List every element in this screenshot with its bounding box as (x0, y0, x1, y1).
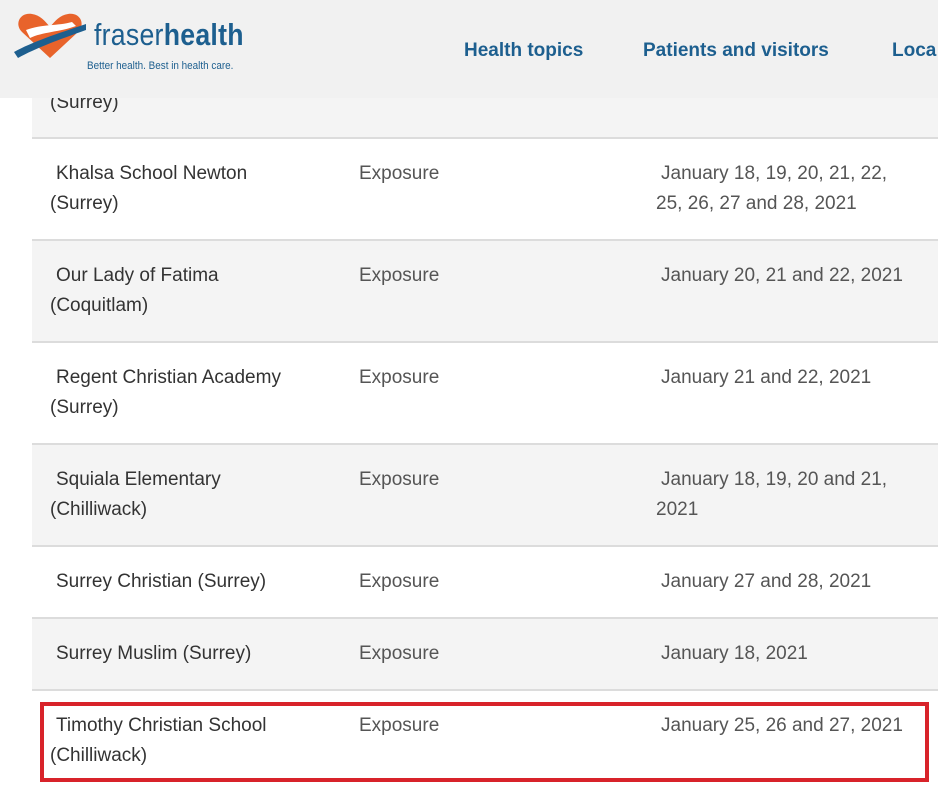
table-row: Khalsa School Newton (Surrey) Exposure J… (32, 139, 938, 241)
school-name-cell: Squiala Elementary (Chilliwack) (50, 469, 221, 520)
exposure-type-cell: Exposure (359, 715, 440, 736)
exposure-type-cell: Exposure (359, 469, 440, 490)
table-row: Our Lady of Fatima (Coquitlam) Exposure … (32, 241, 938, 343)
school-name-cell: Our Lady of Fatima (Coquitlam) (50, 265, 219, 316)
exposure-dates-cell: January 18, 2021 (661, 643, 808, 664)
exposure-type-cell: Exposure (359, 163, 440, 184)
table-row: Squiala Elementary (Chilliwack) Exposure… (32, 445, 938, 547)
school-name-cell: Regent Christian Academy (Surrey) (50, 367, 281, 418)
exposure-dates-cell: January 25, 26 and 27, 2021 (661, 715, 903, 736)
school-name-cell: Surrey Muslim (Surrey) (56, 643, 252, 664)
exposure-dates-cell: January 18, 19, 20 and 21, 2021 (656, 469, 888, 520)
school-name-cell: Surrey Christian (Surrey) (56, 571, 267, 592)
table-row: Surrey Muslim (Surrey) Exposure January … (32, 619, 938, 691)
exposure-dates-cell: January 20, 21 and 22, 2021 (661, 265, 903, 286)
exposure-dates-cell: January 18, 19, 20, 21, 22, 25, 26, 27 a… (656, 163, 888, 214)
exposure-dates-cell: January 21 and 22, 2021 (661, 367, 872, 388)
exposure-type-cell: Exposure (359, 643, 440, 664)
nav-locations[interactable]: Loca (892, 40, 936, 62)
exposure-type-cell: Exposure (359, 265, 440, 286)
exposure-dates-cell: January 27 and 28, 2021 (661, 571, 872, 592)
school-name-cell: Timothy Christian School (Chilliwack) (50, 715, 267, 766)
school-name-cell: Khalsa School Newton (Surrey) (50, 163, 248, 214)
exposure-type-cell: Exposure (359, 367, 440, 388)
site-header: fraserhealth Better health. Best in heal… (0, 0, 938, 98)
table-row: Surrey Christian (Surrey) Exposure Janua… (32, 547, 938, 619)
exposure-type-cell: Exposure (359, 571, 440, 592)
nav-health-topics[interactable]: Health topics (464, 40, 583, 62)
nav-patients-and-visitors[interactable]: Patients and visitors (643, 40, 829, 62)
main-nav: Health topics Patients and visitors Loca (0, 40, 938, 66)
table-row: Regent Christian Academy (Surrey) Exposu… (32, 343, 938, 445)
table-row: Timothy Christian School (Chilliwack) Ex… (32, 691, 938, 793)
